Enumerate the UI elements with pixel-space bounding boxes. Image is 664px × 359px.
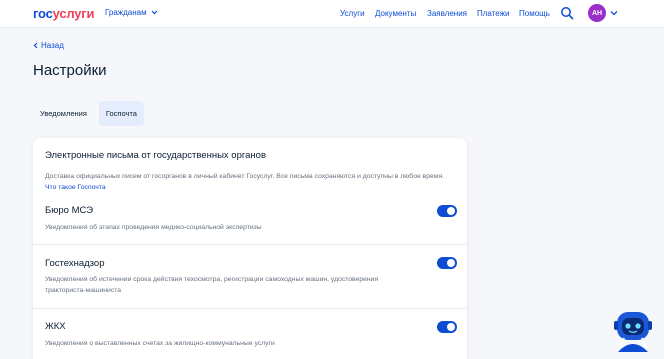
row-description-bmse: Уведомления об этапах проведения медико-…: [45, 224, 262, 231]
what-is-gospochta-link[interactable]: Что такое Госпочта: [45, 184, 106, 191]
toggle-knob: [447, 259, 455, 267]
tab-notifications[interactable]: Уведомления: [33, 101, 94, 126]
row-divider: [33, 244, 467, 245]
nav-payments[interactable]: Платежи: [477, 9, 509, 18]
chevron-down-icon[interactable]: [610, 10, 618, 16]
gosuslugi-logo[interactable]: госуслуги: [33, 6, 95, 21]
logo-part-1: гос: [33, 6, 53, 21]
card-description: Доставка официальных писем от госорганов…: [45, 171, 445, 193]
row-title-zhkh: ЖКХ: [45, 321, 66, 332]
nav-applications[interactable]: Заявления: [427, 9, 467, 18]
toggle-knob: [447, 323, 455, 331]
nav-documents[interactable]: Документы: [375, 9, 416, 18]
gospochta-settings-card: Электронные письма от государственных ор…: [33, 138, 467, 359]
card-description-text: Доставка официальных писем от госорганов…: [45, 173, 445, 180]
row-description-zhkh: Уведомления о выставленных счетах за жил…: [45, 340, 275, 347]
avatar[interactable]: АН: [588, 4, 606, 22]
toggle-bmse[interactable]: [437, 205, 457, 217]
card-title: Электронные письма от государственных ор…: [45, 150, 266, 161]
robot-assistant-icon[interactable]: [612, 308, 654, 354]
chevron-left-icon: [33, 42, 38, 49]
row-title-bmse: Бюро МСЭ: [45, 205, 94, 216]
audience-selector[interactable]: Гражданам: [105, 8, 158, 17]
chevron-down-icon: [151, 10, 158, 15]
settings-tabs: Уведомления Госпочта: [33, 101, 144, 126]
toggle-zhkh[interactable]: [437, 321, 457, 333]
top-header: госуслуги Гражданам Услуги Документы Зая…: [0, 0, 664, 28]
tab-gospochta[interactable]: Госпочта: [98, 101, 144, 126]
nav-help[interactable]: Помощь: [519, 9, 550, 18]
row-divider: [33, 308, 467, 309]
page-title: Настройки: [33, 62, 107, 79]
audience-selector-label: Гражданам: [105, 8, 147, 17]
toggle-knob: [447, 207, 455, 215]
nav-services[interactable]: Услуги: [340, 9, 365, 18]
toggle-gostekhnadzor[interactable]: [437, 257, 457, 269]
back-link-label: Назад: [41, 41, 64, 50]
row-description-gostekhnadzor: Уведомления об истечении срока действия …: [45, 276, 379, 294]
row-title-gostekhnadzor: Гостехнадзор: [45, 258, 105, 269]
logo-part-2: услуги: [52, 6, 95, 21]
back-link[interactable]: Назад: [33, 41, 64, 50]
search-icon[interactable]: [560, 6, 574, 20]
